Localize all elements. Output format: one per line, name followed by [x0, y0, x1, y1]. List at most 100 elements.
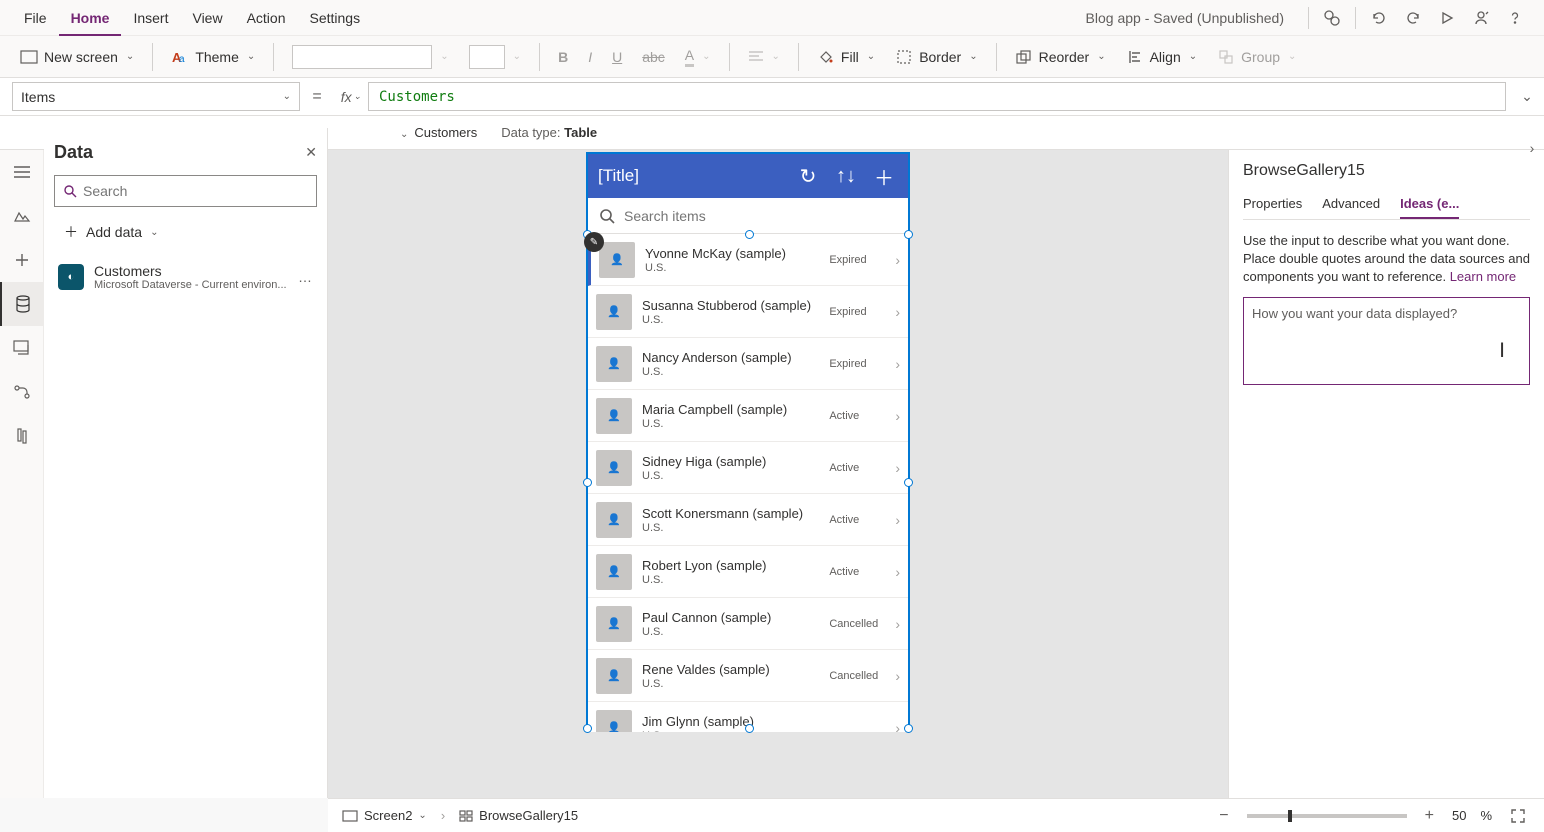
list-item[interactable]: 👤Maria Campbell (sample)U.S.Active›	[588, 390, 908, 442]
zoom-value: 50	[1452, 808, 1466, 823]
undo-icon[interactable]	[1362, 0, 1396, 36]
theme-label: Theme	[195, 49, 239, 65]
reorder-button[interactable]: Reorder⌄	[1007, 42, 1114, 72]
canvas[interactable]: ✎ [Title] ↻ ↑↓ ＋ 👤Yvonne McKay (sample)U…	[328, 150, 1228, 798]
result-source[interactable]: ⌄Customers	[400, 125, 477, 140]
sort-icon[interactable]: ↑↓	[832, 162, 860, 190]
flows-icon[interactable]	[0, 370, 44, 414]
insert-icon[interactable]	[0, 194, 44, 238]
data-search-input[interactable]	[83, 183, 308, 199]
list-item[interactable]: 👤Yvonne McKay (sample)U.S.Expired›	[588, 234, 908, 286]
chevron-right-icon[interactable]: ›	[895, 356, 900, 372]
dataverse-icon: ◐	[58, 264, 84, 290]
menu-item-settings[interactable]: Settings	[298, 0, 373, 36]
font-size-select[interactable]: ⌄	[461, 42, 529, 72]
tab-advanced[interactable]: Advanced	[1322, 190, 1380, 219]
chevron-right-icon[interactable]: ›	[895, 252, 900, 268]
selection-handle[interactable]	[583, 478, 592, 487]
play-icon[interactable]	[1430, 0, 1464, 36]
redo-icon[interactable]	[1396, 0, 1430, 36]
zoom-slider[interactable]	[1247, 814, 1407, 818]
menu-item-home[interactable]: Home	[59, 0, 122, 36]
formula-input[interactable]: Customers	[368, 82, 1506, 111]
new-screen-button[interactable]: New screen ⌄	[12, 42, 142, 72]
selection-handle[interactable]	[904, 724, 913, 733]
selection-handle[interactable]	[904, 230, 913, 239]
breadcrumb-selection[interactable]: BrowseGallery15	[459, 808, 578, 823]
chevron-right-icon[interactable]: ›	[895, 408, 900, 424]
font-select[interactable]: ⌄	[284, 42, 456, 72]
add-icon[interactable]	[0, 238, 44, 282]
underline-button[interactable]: U	[604, 42, 630, 72]
refresh-icon[interactable]: ↻	[794, 162, 822, 190]
fill-button[interactable]: Fill⌄	[809, 42, 883, 72]
datasource-item[interactable]: ◐ Customers Microsoft Dataverse - Curren…	[54, 257, 317, 297]
close-icon[interactable]: ✕	[305, 144, 317, 161]
zoom-out-button[interactable]: −	[1215, 807, 1232, 825]
italic-button[interactable]: I	[580, 42, 600, 72]
align-button[interactable]: Align⌄	[1118, 42, 1206, 72]
list-item[interactable]: 👤Nancy Anderson (sample)U.S.Expired›	[588, 338, 908, 390]
list-item[interactable]: 👤Scott Konersmann (sample)U.S.Active›	[588, 494, 908, 546]
theme-button[interactable]: Aa Theme ⌄	[163, 42, 263, 72]
app-search-input[interactable]	[624, 208, 898, 224]
fx-button[interactable]: fx⌄	[334, 78, 368, 115]
data-search[interactable]	[54, 175, 317, 207]
item-name: Scott Konersmann (sample)	[642, 506, 819, 521]
menu-item-action[interactable]: Action	[235, 0, 298, 36]
group-icon	[1217, 48, 1235, 66]
text-align-button[interactable]: ⌄	[740, 42, 788, 72]
selection-handle[interactable]	[745, 230, 754, 239]
list-item[interactable]: 👤Susanna Stubberod (sample)U.S.Expired›	[588, 286, 908, 338]
bold-button[interactable]: B	[550, 42, 576, 72]
strike-button[interactable]: abc	[634, 42, 673, 72]
left-rail	[0, 150, 44, 798]
learn-more-link[interactable]: Learn more	[1450, 269, 1516, 284]
toolbar: New screen ⌄ Aa Theme ⌄ ⌄ ⌄ B I U abc A⌄…	[0, 36, 1544, 78]
add-record-icon[interactable]: ＋	[870, 162, 898, 190]
text-cursor-icon: Ⅰ	[1499, 338, 1505, 363]
menu-item-file[interactable]: File	[12, 0, 59, 36]
app-preview[interactable]: ✎ [Title] ↻ ↑↓ ＋ 👤Yvonne McKay (sample)U…	[586, 152, 910, 730]
selection-handle[interactable]	[904, 478, 913, 487]
border-button[interactable]: Border⌄	[887, 42, 985, 72]
list-item[interactable]: 👤Sidney Higa (sample)U.S.Active›	[588, 442, 908, 494]
app-checker-icon[interactable]	[1315, 0, 1349, 36]
menu-item-view[interactable]: View	[180, 0, 234, 36]
list-item[interactable]: 👤Rene Valdes (sample)U.S.Cancelled›	[588, 650, 908, 702]
chevron-right-icon[interactable]: ›	[895, 512, 900, 528]
share-icon[interactable]	[1464, 0, 1498, 36]
zoom-in-button[interactable]: +	[1421, 807, 1438, 825]
chevron-right-icon[interactable]: ›	[895, 668, 900, 684]
media-icon[interactable]	[0, 326, 44, 370]
menu-item-insert[interactable]: Insert	[121, 0, 180, 36]
add-data-button[interactable]: ＋ Add data ⌄	[54, 217, 317, 247]
font-color-button[interactable]: A⌄	[677, 42, 719, 72]
ideas-input[interactable]: How you want your data displayed? Ⅰ	[1243, 297, 1530, 385]
tab-ideas[interactable]: Ideas (e...	[1400, 190, 1459, 219]
chevron-right-icon[interactable]: ›	[895, 616, 900, 632]
formula-expand-button[interactable]: ⌄	[1510, 78, 1544, 115]
expand-panel-icon[interactable]: ›	[1520, 136, 1544, 160]
template-edit-icon[interactable]: ✎	[584, 232, 604, 252]
data-icon[interactable]	[0, 282, 44, 326]
chevron-right-icon[interactable]: ›	[895, 304, 900, 320]
list-item[interactable]: 👤Paul Cannon (sample)U.S.Cancelled›	[588, 598, 908, 650]
gallery-list[interactable]: 👤Yvonne McKay (sample)U.S.Expired›👤Susan…	[588, 234, 908, 732]
tab-properties[interactable]: Properties	[1243, 190, 1302, 219]
fit-screen-icon[interactable]	[1506, 808, 1530, 824]
property-selector[interactable]: Items ⌄	[12, 82, 300, 111]
list-item[interactable]: 👤Robert Lyon (sample)U.S.Active›	[588, 546, 908, 598]
breadcrumb-screen[interactable]: Screen2 ⌄	[342, 808, 427, 823]
chevron-right-icon[interactable]: ›	[895, 460, 900, 476]
tools-icon[interactable]	[0, 414, 44, 458]
more-icon[interactable]: …	[298, 269, 313, 285]
selection-handle[interactable]	[745, 724, 754, 733]
selection-handle[interactable]	[583, 724, 592, 733]
datasource-provider: Microsoft Dataverse - Current environ...	[94, 279, 288, 291]
chevron-right-icon[interactable]: ›	[895, 720, 900, 733]
tree-view-icon[interactable]	[0, 150, 44, 194]
group-button[interactable]: Group⌄	[1209, 42, 1304, 72]
chevron-right-icon[interactable]: ›	[895, 564, 900, 580]
help-icon[interactable]	[1498, 0, 1532, 36]
